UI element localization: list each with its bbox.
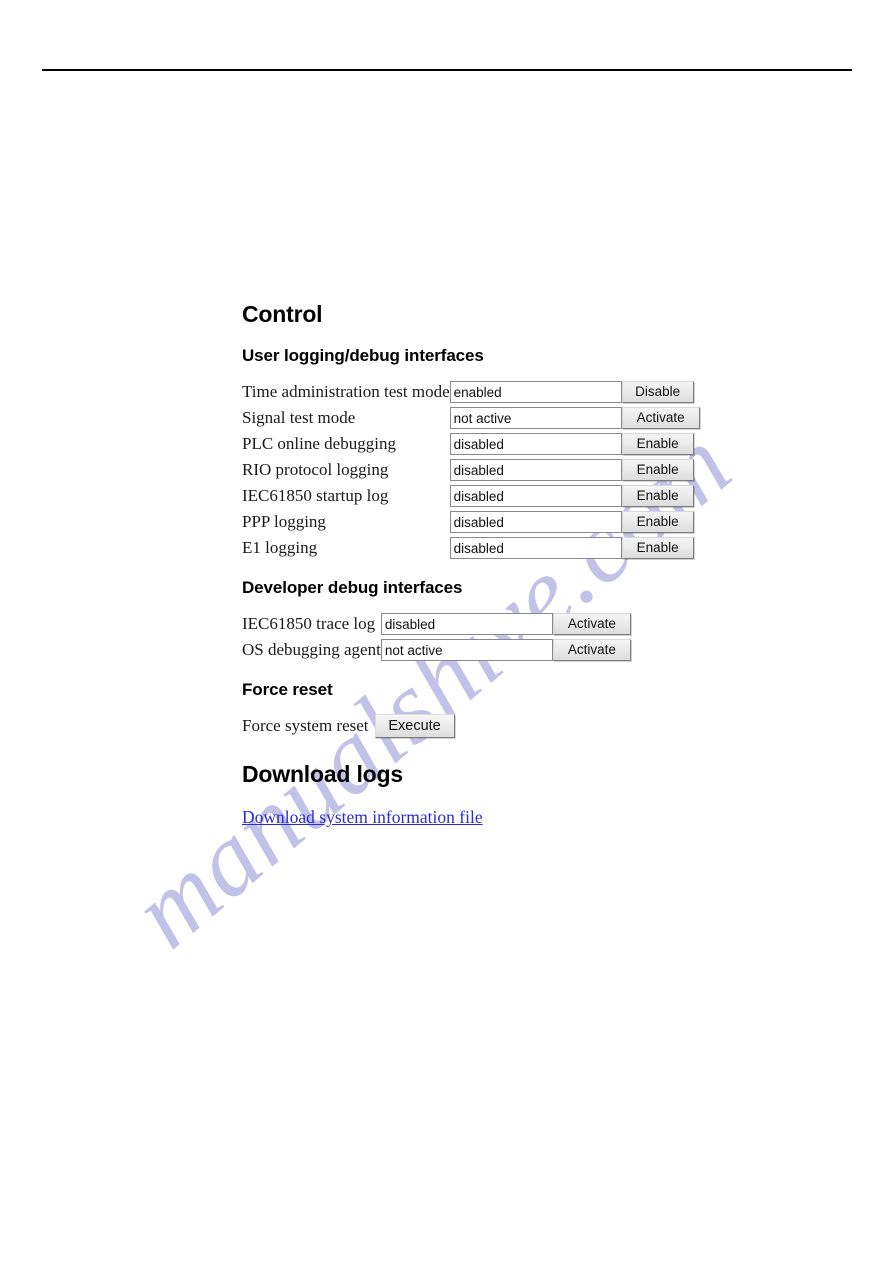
row-label: Time administration test mode	[242, 382, 450, 401]
section-heading-force-reset: Force reset	[242, 680, 333, 699]
rio-protocol-logging-field[interactable]	[449, 459, 622, 481]
page-content: Control User logging/debug interfaces Ti…	[242, 300, 802, 829]
force-system-reset-execute-button[interactable]: Execute	[374, 714, 455, 738]
table-row: PPP logging Enable	[242, 509, 700, 535]
section-heading-developer-debug: Developer debug interfaces	[242, 578, 463, 597]
row-action-cell: Enable	[621, 483, 700, 509]
row-value-cell	[449, 431, 622, 457]
iec61850-startup-log-field[interactable]	[449, 485, 622, 507]
e1-logging-button[interactable]: Enable	[621, 537, 694, 559]
section-heading-user-logging: User logging/debug interfaces	[242, 346, 484, 365]
e1-logging-field[interactable]	[449, 537, 622, 559]
plc-online-debugging-button[interactable]: Enable	[621, 433, 694, 455]
row-value-cell	[449, 379, 622, 405]
row-value-cell	[380, 611, 553, 637]
download-logs-title: Download logs	[242, 761, 403, 787]
row-action-cell: Enable	[621, 457, 700, 483]
row-label: Signal test mode	[242, 408, 356, 427]
row-action-cell: Activate	[552, 637, 631, 663]
row-label: OS debugging agent	[242, 640, 381, 659]
row-action-cell: Activate	[552, 611, 631, 637]
row-value-cell	[449, 405, 622, 431]
force-system-reset-row: Force system reset Execute	[242, 713, 802, 739]
os-debugging-agent-field[interactable]	[380, 639, 553, 661]
page-header-rule	[42, 69, 852, 71]
row-label: IEC61850 trace log	[242, 614, 376, 633]
row-value-cell	[380, 637, 553, 663]
user-logging-table: Time administration test mode Disable Si…	[242, 379, 700, 561]
iec61850-startup-log-button[interactable]: Enable	[621, 485, 694, 507]
ppp-logging-button[interactable]: Enable	[621, 511, 694, 533]
iec61850-trace-log-button[interactable]: Activate	[552, 613, 631, 635]
row-action-cell: Enable	[621, 431, 700, 457]
table-row: RIO protocol logging Enable	[242, 457, 700, 483]
download-system-information-file-link[interactable]: Download system information file	[242, 807, 483, 827]
table-row: OS debugging agent Activate	[242, 637, 631, 663]
plc-online-debugging-field[interactable]	[449, 433, 622, 455]
row-value-cell	[449, 483, 622, 509]
ppp-logging-field[interactable]	[449, 511, 622, 533]
table-row: IEC61850 startup log Enable	[242, 483, 700, 509]
row-value-cell	[449, 535, 622, 561]
row-action-cell: Enable	[621, 535, 700, 561]
table-row: E1 logging Enable	[242, 535, 700, 561]
developer-debug-table: IEC61850 trace log Activate OS debugging…	[242, 611, 631, 663]
document-page: manualshive.com Control User logging/deb…	[0, 0, 893, 1263]
row-label: RIO protocol logging	[242, 460, 389, 479]
force-system-reset-label: Force system reset	[242, 716, 369, 735]
row-value-cell	[449, 509, 622, 535]
row-label: PLC online debugging	[242, 434, 396, 453]
row-label: IEC61850 startup log	[242, 486, 389, 505]
row-action-cell: Enable	[621, 509, 700, 535]
iec61850-trace-log-field[interactable]	[380, 613, 553, 635]
rio-protocol-logging-button[interactable]: Enable	[621, 459, 694, 481]
signal-test-mode-field[interactable]	[449, 407, 622, 429]
row-value-cell	[449, 457, 622, 483]
signal-test-mode-button[interactable]: Activate	[621, 407, 700, 429]
row-action-cell: Disable	[621, 379, 700, 405]
os-debugging-agent-button[interactable]: Activate	[552, 639, 631, 661]
row-action-cell: Activate	[621, 405, 700, 431]
time-administration-test-mode-field[interactable]	[449, 381, 622, 403]
row-label: E1 logging	[242, 538, 318, 557]
page-title: Control	[242, 301, 323, 327]
table-row: Time administration test mode Disable	[242, 379, 700, 405]
time-administration-test-mode-button[interactable]: Disable	[621, 381, 694, 403]
table-row: PLC online debugging Enable	[242, 431, 700, 457]
row-label: PPP logging	[242, 512, 326, 531]
table-row: IEC61850 trace log Activate	[242, 611, 631, 637]
table-row: Signal test mode Activate	[242, 405, 700, 431]
